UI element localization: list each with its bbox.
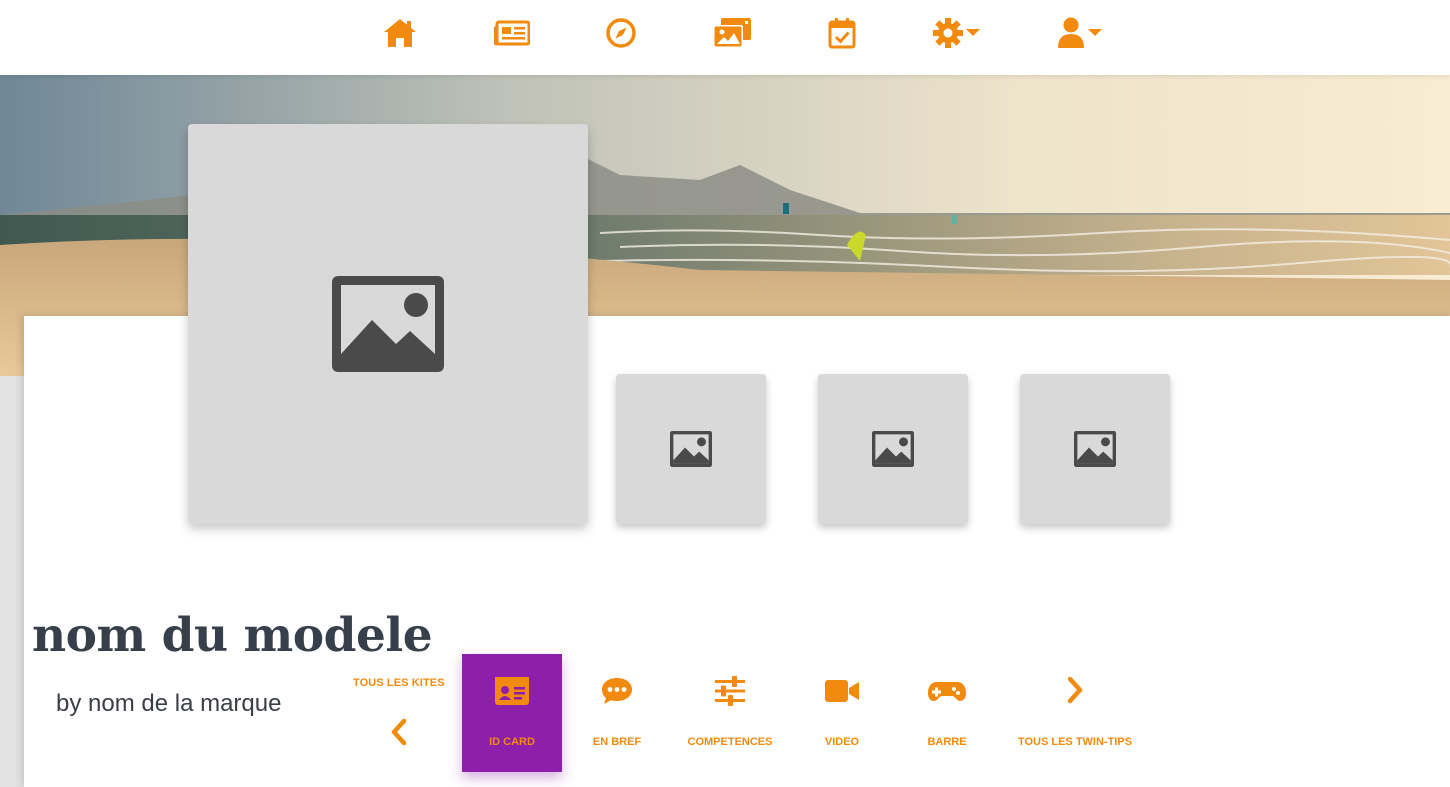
user-dropdown-icon[interactable] bbox=[1058, 16, 1104, 50]
image-placeholder-icon bbox=[670, 431, 712, 467]
gamepad-icon bbox=[908, 676, 986, 710]
comment-dots-icon bbox=[572, 676, 662, 710]
photos-icon[interactable] bbox=[712, 16, 752, 50]
gear-dropdown-icon[interactable] bbox=[932, 16, 982, 50]
calendar-check-icon[interactable] bbox=[828, 16, 856, 50]
tab-label: BARRE bbox=[927, 736, 967, 748]
thumbnail-2[interactable] bbox=[818, 374, 968, 524]
main-product-image[interactable] bbox=[188, 124, 588, 524]
image-placeholder-icon bbox=[332, 276, 444, 372]
image-placeholder-icon bbox=[1074, 431, 1116, 467]
thumbnail-3[interactable] bbox=[1020, 374, 1170, 524]
thumbnail-1[interactable] bbox=[616, 374, 766, 524]
tab-barre[interactable]: BARRE bbox=[908, 654, 986, 772]
tab-label: COMPETENCES bbox=[687, 736, 773, 748]
next-category-button[interactable]: TOUS LES TWIN-TIPS bbox=[1010, 654, 1140, 772]
chevron-left-icon[interactable] bbox=[386, 716, 410, 748]
tab-label: ID CARD bbox=[489, 736, 535, 748]
tab-competences[interactable]: COMPETENCES bbox=[680, 654, 780, 772]
model-title: nom du modele bbox=[32, 608, 433, 663]
video-camera-icon bbox=[804, 676, 880, 710]
compass-icon[interactable] bbox=[605, 16, 637, 50]
home-icon[interactable] bbox=[382, 16, 418, 50]
tab-video[interactable]: VIDEO bbox=[804, 654, 880, 772]
brand-name: by nom de la marque bbox=[56, 690, 282, 717]
chevron-right-icon bbox=[1010, 676, 1140, 710]
tab-label: EN BREF bbox=[592, 736, 642, 748]
id-card-icon bbox=[462, 676, 562, 710]
newspaper-icon[interactable] bbox=[494, 16, 530, 50]
tab-label: VIDEO bbox=[824, 736, 860, 748]
prev-category-label[interactable]: TOUS LES KITES bbox=[353, 677, 445, 689]
top-navbar bbox=[0, 0, 1450, 75]
tab-id-card[interactable]: ID CARD bbox=[462, 654, 562, 772]
image-placeholder-icon bbox=[872, 431, 914, 467]
tab-en-bref[interactable]: EN BREF bbox=[572, 654, 662, 772]
next-category-label: TOUS LES TWIN-TIPS bbox=[1017, 736, 1133, 748]
sliders-icon bbox=[680, 676, 780, 710]
